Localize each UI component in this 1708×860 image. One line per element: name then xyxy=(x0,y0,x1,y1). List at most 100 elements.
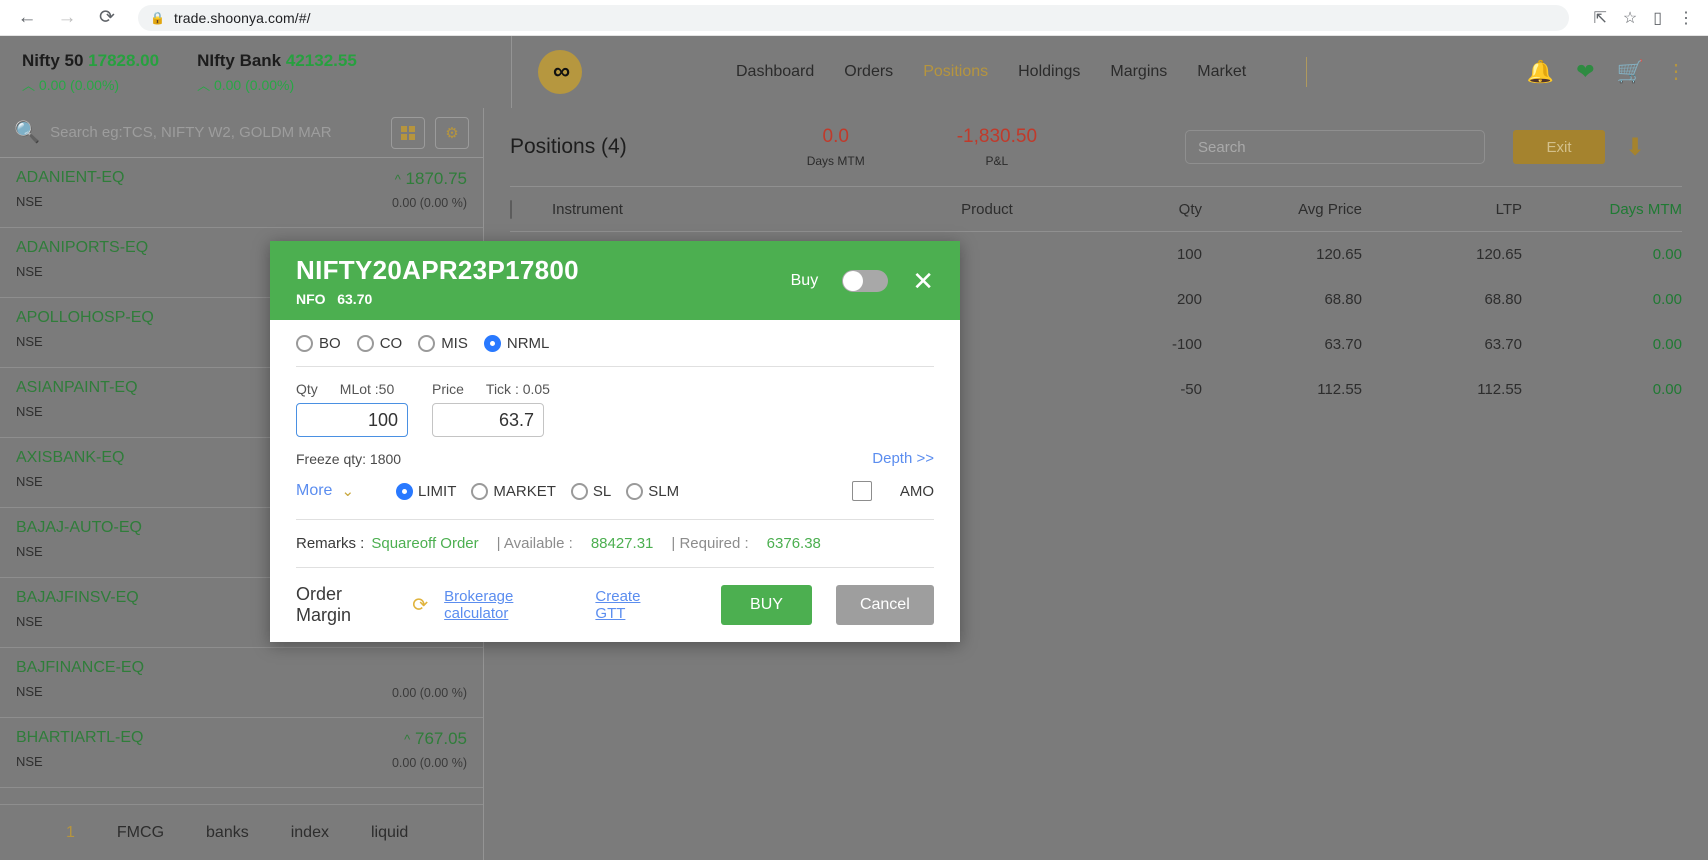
positions-search-input[interactable] xyxy=(1185,130,1486,164)
nav-orders[interactable]: Orders xyxy=(844,63,893,81)
heartbeat-icon[interactable]: ❤ xyxy=(1576,61,1594,83)
watchlist-tab-index[interactable]: index xyxy=(291,824,329,842)
bookmark-star-icon[interactable]: ☆ xyxy=(1623,8,1637,28)
settings-gear-icon[interactable]: ⚙ xyxy=(435,116,469,149)
watchlist-search-input[interactable] xyxy=(50,124,381,141)
radio-product-bo[interactable]: BO xyxy=(296,334,341,352)
watchlist-tab-liquid[interactable]: liquid xyxy=(371,824,408,842)
ticker-nifty50[interactable]: Nifty 50 17828.00 ︿ 0.00 (0.00%) xyxy=(22,50,159,95)
watchlist-tab-1[interactable]: 1 xyxy=(66,824,75,842)
cell-ltp: 68.80 xyxy=(1484,291,1522,308)
cell-avg-price: 68.80 xyxy=(1324,291,1362,308)
product-type-group: BO CO MIS NRML xyxy=(296,320,934,367)
column-header-qty: Qty xyxy=(1178,200,1202,218)
amo-checkbox[interactable] xyxy=(851,481,872,501)
exit-button[interactable]: Exit xyxy=(1513,130,1606,164)
nav-dashboard[interactable]: Dashboard xyxy=(736,63,814,81)
list-item[interactable]: BAJFINANCE-EQ NSE 0.00 (0.00 %) xyxy=(0,648,483,718)
watchlist-tab-banks[interactable]: banks xyxy=(206,824,249,842)
required-label: | Required : xyxy=(671,535,749,552)
buy-button[interactable]: BUY xyxy=(721,585,812,625)
radio-product-co[interactable]: CO xyxy=(356,334,402,352)
qty-price-fields: Qty MLot :50 Price Tick : 0.05 xyxy=(296,367,934,437)
tick-label: Tick : 0.05 xyxy=(485,381,550,397)
app-header: Nifty 50 17828.00 ︿ 0.00 (0.00%) NIfty B… xyxy=(0,36,1708,108)
cell-avg-price: 112.55 xyxy=(1317,381,1362,398)
buy-sell-toggle[interactable] xyxy=(842,269,889,292)
qty-input[interactable] xyxy=(296,403,408,437)
nav-positions[interactable]: Positions xyxy=(923,63,988,81)
header-icon-group: 🔔 ❤ 🛒 ⋮ xyxy=(1527,36,1708,108)
share-icon[interactable]: ⇱ xyxy=(1593,8,1606,28)
order-instrument-title: NIFTY20APR23P17800 xyxy=(296,254,579,285)
days-mtm-stat: 0.0 Days MTM xyxy=(807,125,865,169)
watchlist-ltp: ^ 1870.75 xyxy=(394,169,467,188)
watchlist-exchange: NSE xyxy=(16,264,43,279)
download-icon[interactable]: ⬇ xyxy=(1625,133,1645,162)
forward-arrow-icon[interactable]: → xyxy=(54,5,80,31)
cell-avg-price: 120.65 xyxy=(1316,246,1362,263)
order-ltp: 63.70 xyxy=(337,290,373,307)
watchlist-exchange: NSE xyxy=(16,754,43,769)
mlot-label: MLot :50 xyxy=(339,381,395,397)
depth-link[interactable]: Depth >> xyxy=(872,450,934,467)
pnl-stat: -1,830.50 P&L xyxy=(957,125,1037,169)
watchlist-exchange: NSE xyxy=(16,544,43,559)
price-field-group: Price Tick : 0.05 xyxy=(432,381,550,437)
bell-icon[interactable]: 🔔 xyxy=(1527,61,1554,83)
radio-product-nrml[interactable]: NRML xyxy=(483,334,549,352)
freeze-qty-label: Freeze qty: 1800 xyxy=(296,450,402,467)
radio-order-limit[interactable]: LIMIT xyxy=(396,482,456,500)
select-all-checkbox[interactable] xyxy=(510,199,552,219)
cart-icon[interactable]: 🛒 xyxy=(1617,61,1644,83)
radio-product-mis[interactable]: MIS xyxy=(418,334,468,352)
pnl-label: P&L xyxy=(985,153,1009,168)
nav-market[interactable]: Market xyxy=(1197,63,1246,81)
cell-ltp: 63.70 xyxy=(1484,336,1522,353)
watchlist-symbol: BAJAJFINSV-EQ xyxy=(16,589,139,606)
lock-icon: 🔒 xyxy=(150,10,165,25)
cancel-button[interactable]: Cancel xyxy=(835,585,934,625)
cell-qty: 100 xyxy=(1176,246,1202,263)
radio-order-market[interactable]: MARKET xyxy=(471,482,556,500)
nav-margins[interactable]: Margins xyxy=(1110,63,1167,81)
watchlist-exchange: NSE xyxy=(16,474,43,489)
radio-order-slm[interactable]: SLM xyxy=(626,482,679,500)
more-options-link[interactable]: More xyxy=(296,482,332,500)
chevron-down-icon[interactable]: ⌄ xyxy=(341,482,354,500)
ticker-name: Nifty 50 xyxy=(22,50,84,70)
order-exchange: NFO xyxy=(296,290,326,307)
side-panel-icon[interactable]: ▯ xyxy=(1653,8,1662,28)
list-item[interactable]: BHARTIARTL-EQ NSE ^ 767.05 0.00 (0.00 %) xyxy=(0,718,483,788)
address-bar-url: trade.shoonya.com/#/ xyxy=(173,9,311,26)
price-input[interactable] xyxy=(432,403,544,437)
watchlist-change: 0.00 (0.00 %) xyxy=(391,756,467,770)
create-gtt-link[interactable]: Create GTT xyxy=(595,588,673,622)
column-header-product: Product xyxy=(961,200,1013,218)
cell-qty: -100 xyxy=(1171,336,1202,353)
watchlist-symbol: ADANIPORTS-EQ xyxy=(16,239,149,256)
days-mtm-label: Days MTM xyxy=(806,153,865,168)
cell-days-mtm: 0.00 xyxy=(1652,336,1682,353)
kebab-menu-icon[interactable]: ⋮ xyxy=(1666,62,1686,82)
column-header-days-mtm: Days MTM xyxy=(1609,200,1683,218)
search-icon: 🔍 xyxy=(14,120,41,144)
ticker-caret: ︿ xyxy=(197,77,211,93)
radio-dot-selected xyxy=(396,482,414,500)
grid-view-icon[interactable] xyxy=(391,116,425,149)
reload-icon[interactable]: ⟳ xyxy=(94,5,120,31)
close-icon[interactable]: ✕ xyxy=(912,268,934,294)
address-bar[interactable]: 🔒 trade.shoonya.com/#/ xyxy=(138,4,1570,31)
cell-ltp: 120.65 xyxy=(1476,246,1522,263)
kebab-menu-icon[interactable]: ⋮ xyxy=(1678,8,1694,28)
nav-holdings[interactable]: Holdings xyxy=(1018,63,1080,81)
brand-logo-wrap[interactable]: ∞ xyxy=(512,36,608,108)
back-arrow-icon[interactable]: ← xyxy=(14,5,40,31)
brokerage-calculator-link[interactable]: Brokerage calculator xyxy=(444,588,579,622)
ticker-niftybank[interactable]: NIfty Bank 42132.55 ︿ 0.00 (0.00%) xyxy=(197,50,357,95)
watchlist-exchange: NSE xyxy=(16,334,43,349)
radio-order-sl[interactable]: SL xyxy=(570,482,611,500)
refresh-icon[interactable]: ⟳ xyxy=(412,594,428,617)
watchlist-tab-fmcg[interactable]: FMCG xyxy=(117,824,164,842)
list-item[interactable]: ADANIENT-EQ NSE ^ 1870.75 0.00 (0.00 %) xyxy=(0,158,483,228)
